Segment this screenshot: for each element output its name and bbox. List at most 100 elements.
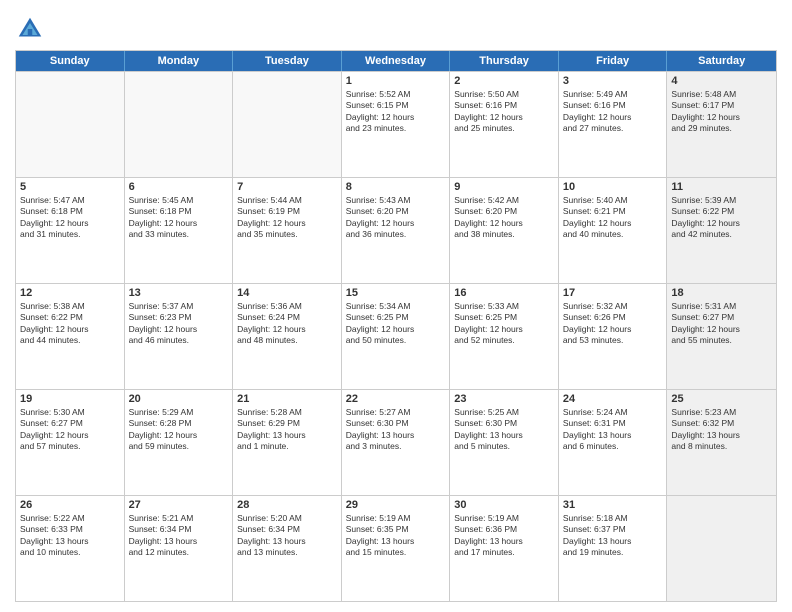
day-info: Sunrise: 5:49 AM Sunset: 6:16 PM Dayligh…	[563, 89, 663, 135]
day-info: Sunrise: 5:27 AM Sunset: 6:30 PM Dayligh…	[346, 407, 446, 453]
day-info: Sunrise: 5:42 AM Sunset: 6:20 PM Dayligh…	[454, 195, 554, 241]
day-number: 28	[237, 499, 337, 511]
calendar-cell: 19 Sunrise: 5:30 AM Sunset: 6:27 PM Dayli…	[16, 390, 125, 495]
day-info: Sunrise: 5:34 AM Sunset: 6:25 PM Dayligh…	[346, 301, 446, 347]
day-number: 10	[563, 181, 663, 193]
day-number: 7	[237, 181, 337, 193]
day-number: 20	[129, 393, 229, 405]
calendar-body: 1Sunrise: 5:52 AM Sunset: 6:15 PM Daylig…	[16, 71, 776, 601]
day-number: 15	[346, 287, 446, 299]
calendar-cell: 5 Sunrise: 5:47 AM Sunset: 6:18 PM Daylig…	[16, 178, 125, 283]
calendar-cell: 17 Sunrise: 5:32 AM Sunset: 6:26 PM Dayli…	[559, 284, 668, 389]
calendar-row-1: 1Sunrise: 5:52 AM Sunset: 6:15 PM Daylig…	[16, 71, 776, 177]
day-number: 26	[20, 499, 120, 511]
day-info: Sunrise: 5:45 AM Sunset: 6:18 PM Dayligh…	[129, 195, 229, 241]
header-day-saturday: Saturday	[667, 51, 776, 71]
day-number: 8	[346, 181, 446, 193]
calendar-cell: 16Sunrise: 5:33 AM Sunset: 6:25 PM Dayli…	[450, 284, 559, 389]
day-number: 22	[346, 393, 446, 405]
calendar-cell: 12 Sunrise: 5:38 AM Sunset: 6:22 PM Dayli…	[16, 284, 125, 389]
calendar-cell: 13Sunrise: 5:37 AM Sunset: 6:23 PM Dayli…	[125, 284, 234, 389]
day-info: Sunrise: 5:47 AM Sunset: 6:18 PM Dayligh…	[20, 195, 120, 241]
calendar-cell: 23 Sunrise: 5:25 AM Sunset: 6:30 PM Dayli…	[450, 390, 559, 495]
day-number: 19	[20, 393, 120, 405]
day-info: Sunrise: 5:23 AM Sunset: 6:32 PM Dayligh…	[671, 407, 772, 453]
day-info: Sunrise: 5:44 AM Sunset: 6:19 PM Dayligh…	[237, 195, 337, 241]
day-info: Sunrise: 5:19 AM Sunset: 6:36 PM Dayligh…	[454, 513, 554, 559]
calendar-cell: 18 Sunrise: 5:31 AM Sunset: 6:27 PM Dayli…	[667, 284, 776, 389]
header-day-thursday: Thursday	[450, 51, 559, 71]
day-info: Sunrise: 5:50 AM Sunset: 6:16 PM Dayligh…	[454, 89, 554, 135]
day-number: 17	[563, 287, 663, 299]
day-number: 5	[20, 181, 120, 193]
header	[15, 10, 777, 44]
day-number: 18	[671, 287, 772, 299]
day-number: 24	[563, 393, 663, 405]
calendar-row-4: 19 Sunrise: 5:30 AM Sunset: 6:27 PM Dayli…	[16, 389, 776, 495]
day-number: 9	[454, 181, 554, 193]
calendar-cell: 21Sunrise: 5:28 AM Sunset: 6:29 PM Dayli…	[233, 390, 342, 495]
day-info: Sunrise: 5:20 AM Sunset: 6:34 PM Dayligh…	[237, 513, 337, 559]
calendar-cell: 6 Sunrise: 5:45 AM Sunset: 6:18 PM Daylig…	[125, 178, 234, 283]
day-number: 12	[20, 287, 120, 299]
day-info: Sunrise: 5:43 AM Sunset: 6:20 PM Dayligh…	[346, 195, 446, 241]
calendar-cell: 10Sunrise: 5:40 AM Sunset: 6:21 PM Dayli…	[559, 178, 668, 283]
calendar-cell: 4Sunrise: 5:48 AM Sunset: 6:17 PM Daylig…	[667, 72, 776, 177]
calendar-cell: 3Sunrise: 5:49 AM Sunset: 6:16 PM Daylig…	[559, 72, 668, 177]
calendar: SundayMondayTuesdayWednesdayThursdayFrid…	[15, 50, 777, 602]
day-number: 29	[346, 499, 446, 511]
calendar-cell: 14 Sunrise: 5:36 AM Sunset: 6:24 PM Dayli…	[233, 284, 342, 389]
calendar-cell: 22 Sunrise: 5:27 AM Sunset: 6:30 PM Dayli…	[342, 390, 451, 495]
calendar-cell: 15 Sunrise: 5:34 AM Sunset: 6:25 PM Dayli…	[342, 284, 451, 389]
calendar-cell: 20 Sunrise: 5:29 AM Sunset: 6:28 PM Dayli…	[125, 390, 234, 495]
calendar-cell: 31 Sunrise: 5:18 AM Sunset: 6:37 PM Dayli…	[559, 496, 668, 601]
day-info: Sunrise: 5:48 AM Sunset: 6:17 PM Dayligh…	[671, 89, 772, 135]
calendar-row-5: 26 Sunrise: 5:22 AM Sunset: 6:33 PM Dayli…	[16, 495, 776, 601]
day-number: 6	[129, 181, 229, 193]
day-number: 13	[129, 287, 229, 299]
calendar-cell: 8 Sunrise: 5:43 AM Sunset: 6:20 PM Daylig…	[342, 178, 451, 283]
calendar-cell: 25 Sunrise: 5:23 AM Sunset: 6:32 PM Dayli…	[667, 390, 776, 495]
day-info: Sunrise: 5:38 AM Sunset: 6:22 PM Dayligh…	[20, 301, 120, 347]
page: SundayMondayTuesdayWednesdayThursdayFrid…	[0, 0, 792, 612]
calendar-cell: 1Sunrise: 5:52 AM Sunset: 6:15 PM Daylig…	[342, 72, 451, 177]
calendar-cell	[667, 496, 776, 601]
day-info: Sunrise: 5:25 AM Sunset: 6:30 PM Dayligh…	[454, 407, 554, 453]
day-number: 2	[454, 75, 554, 87]
calendar-row-3: 12 Sunrise: 5:38 AM Sunset: 6:22 PM Dayli…	[16, 283, 776, 389]
day-info: Sunrise: 5:24 AM Sunset: 6:31 PM Dayligh…	[563, 407, 663, 453]
day-info: Sunrise: 5:22 AM Sunset: 6:33 PM Dayligh…	[20, 513, 120, 559]
day-number: 31	[563, 499, 663, 511]
logo-icon	[15, 14, 45, 44]
day-number: 25	[671, 393, 772, 405]
day-number: 30	[454, 499, 554, 511]
calendar-cell: 9 Sunrise: 5:42 AM Sunset: 6:20 PM Daylig…	[450, 178, 559, 283]
header-day-sunday: Sunday	[16, 51, 125, 71]
calendar-cell	[16, 72, 125, 177]
day-info: Sunrise: 5:36 AM Sunset: 6:24 PM Dayligh…	[237, 301, 337, 347]
calendar-cell: 30 Sunrise: 5:19 AM Sunset: 6:36 PM Dayli…	[450, 496, 559, 601]
day-info: Sunrise: 5:18 AM Sunset: 6:37 PM Dayligh…	[563, 513, 663, 559]
header-day-wednesday: Wednesday	[342, 51, 451, 71]
day-info: Sunrise: 5:33 AM Sunset: 6:25 PM Dayligh…	[454, 301, 554, 347]
day-info: Sunrise: 5:29 AM Sunset: 6:28 PM Dayligh…	[129, 407, 229, 453]
day-info: Sunrise: 5:19 AM Sunset: 6:35 PM Dayligh…	[346, 513, 446, 559]
day-number: 27	[129, 499, 229, 511]
calendar-cell: 27Sunrise: 5:21 AM Sunset: 6:34 PM Dayli…	[125, 496, 234, 601]
calendar-row-2: 5 Sunrise: 5:47 AM Sunset: 6:18 PM Daylig…	[16, 177, 776, 283]
day-number: 11	[671, 181, 772, 193]
header-day-tuesday: Tuesday	[233, 51, 342, 71]
day-number: 23	[454, 393, 554, 405]
day-info: Sunrise: 5:30 AM Sunset: 6:27 PM Dayligh…	[20, 407, 120, 453]
calendar-cell: 24 Sunrise: 5:24 AM Sunset: 6:31 PM Dayli…	[559, 390, 668, 495]
day-info: Sunrise: 5:28 AM Sunset: 6:29 PM Dayligh…	[237, 407, 337, 453]
calendar-cell: 26 Sunrise: 5:22 AM Sunset: 6:33 PM Dayli…	[16, 496, 125, 601]
day-info: Sunrise: 5:31 AM Sunset: 6:27 PM Dayligh…	[671, 301, 772, 347]
day-number: 1	[346, 75, 446, 87]
day-info: Sunrise: 5:32 AM Sunset: 6:26 PM Dayligh…	[563, 301, 663, 347]
calendar-cell: 2 Sunrise: 5:50 AM Sunset: 6:16 PM Daylig…	[450, 72, 559, 177]
header-day-monday: Monday	[125, 51, 234, 71]
day-number: 14	[237, 287, 337, 299]
calendar-cell	[233, 72, 342, 177]
calendar-cell	[125, 72, 234, 177]
